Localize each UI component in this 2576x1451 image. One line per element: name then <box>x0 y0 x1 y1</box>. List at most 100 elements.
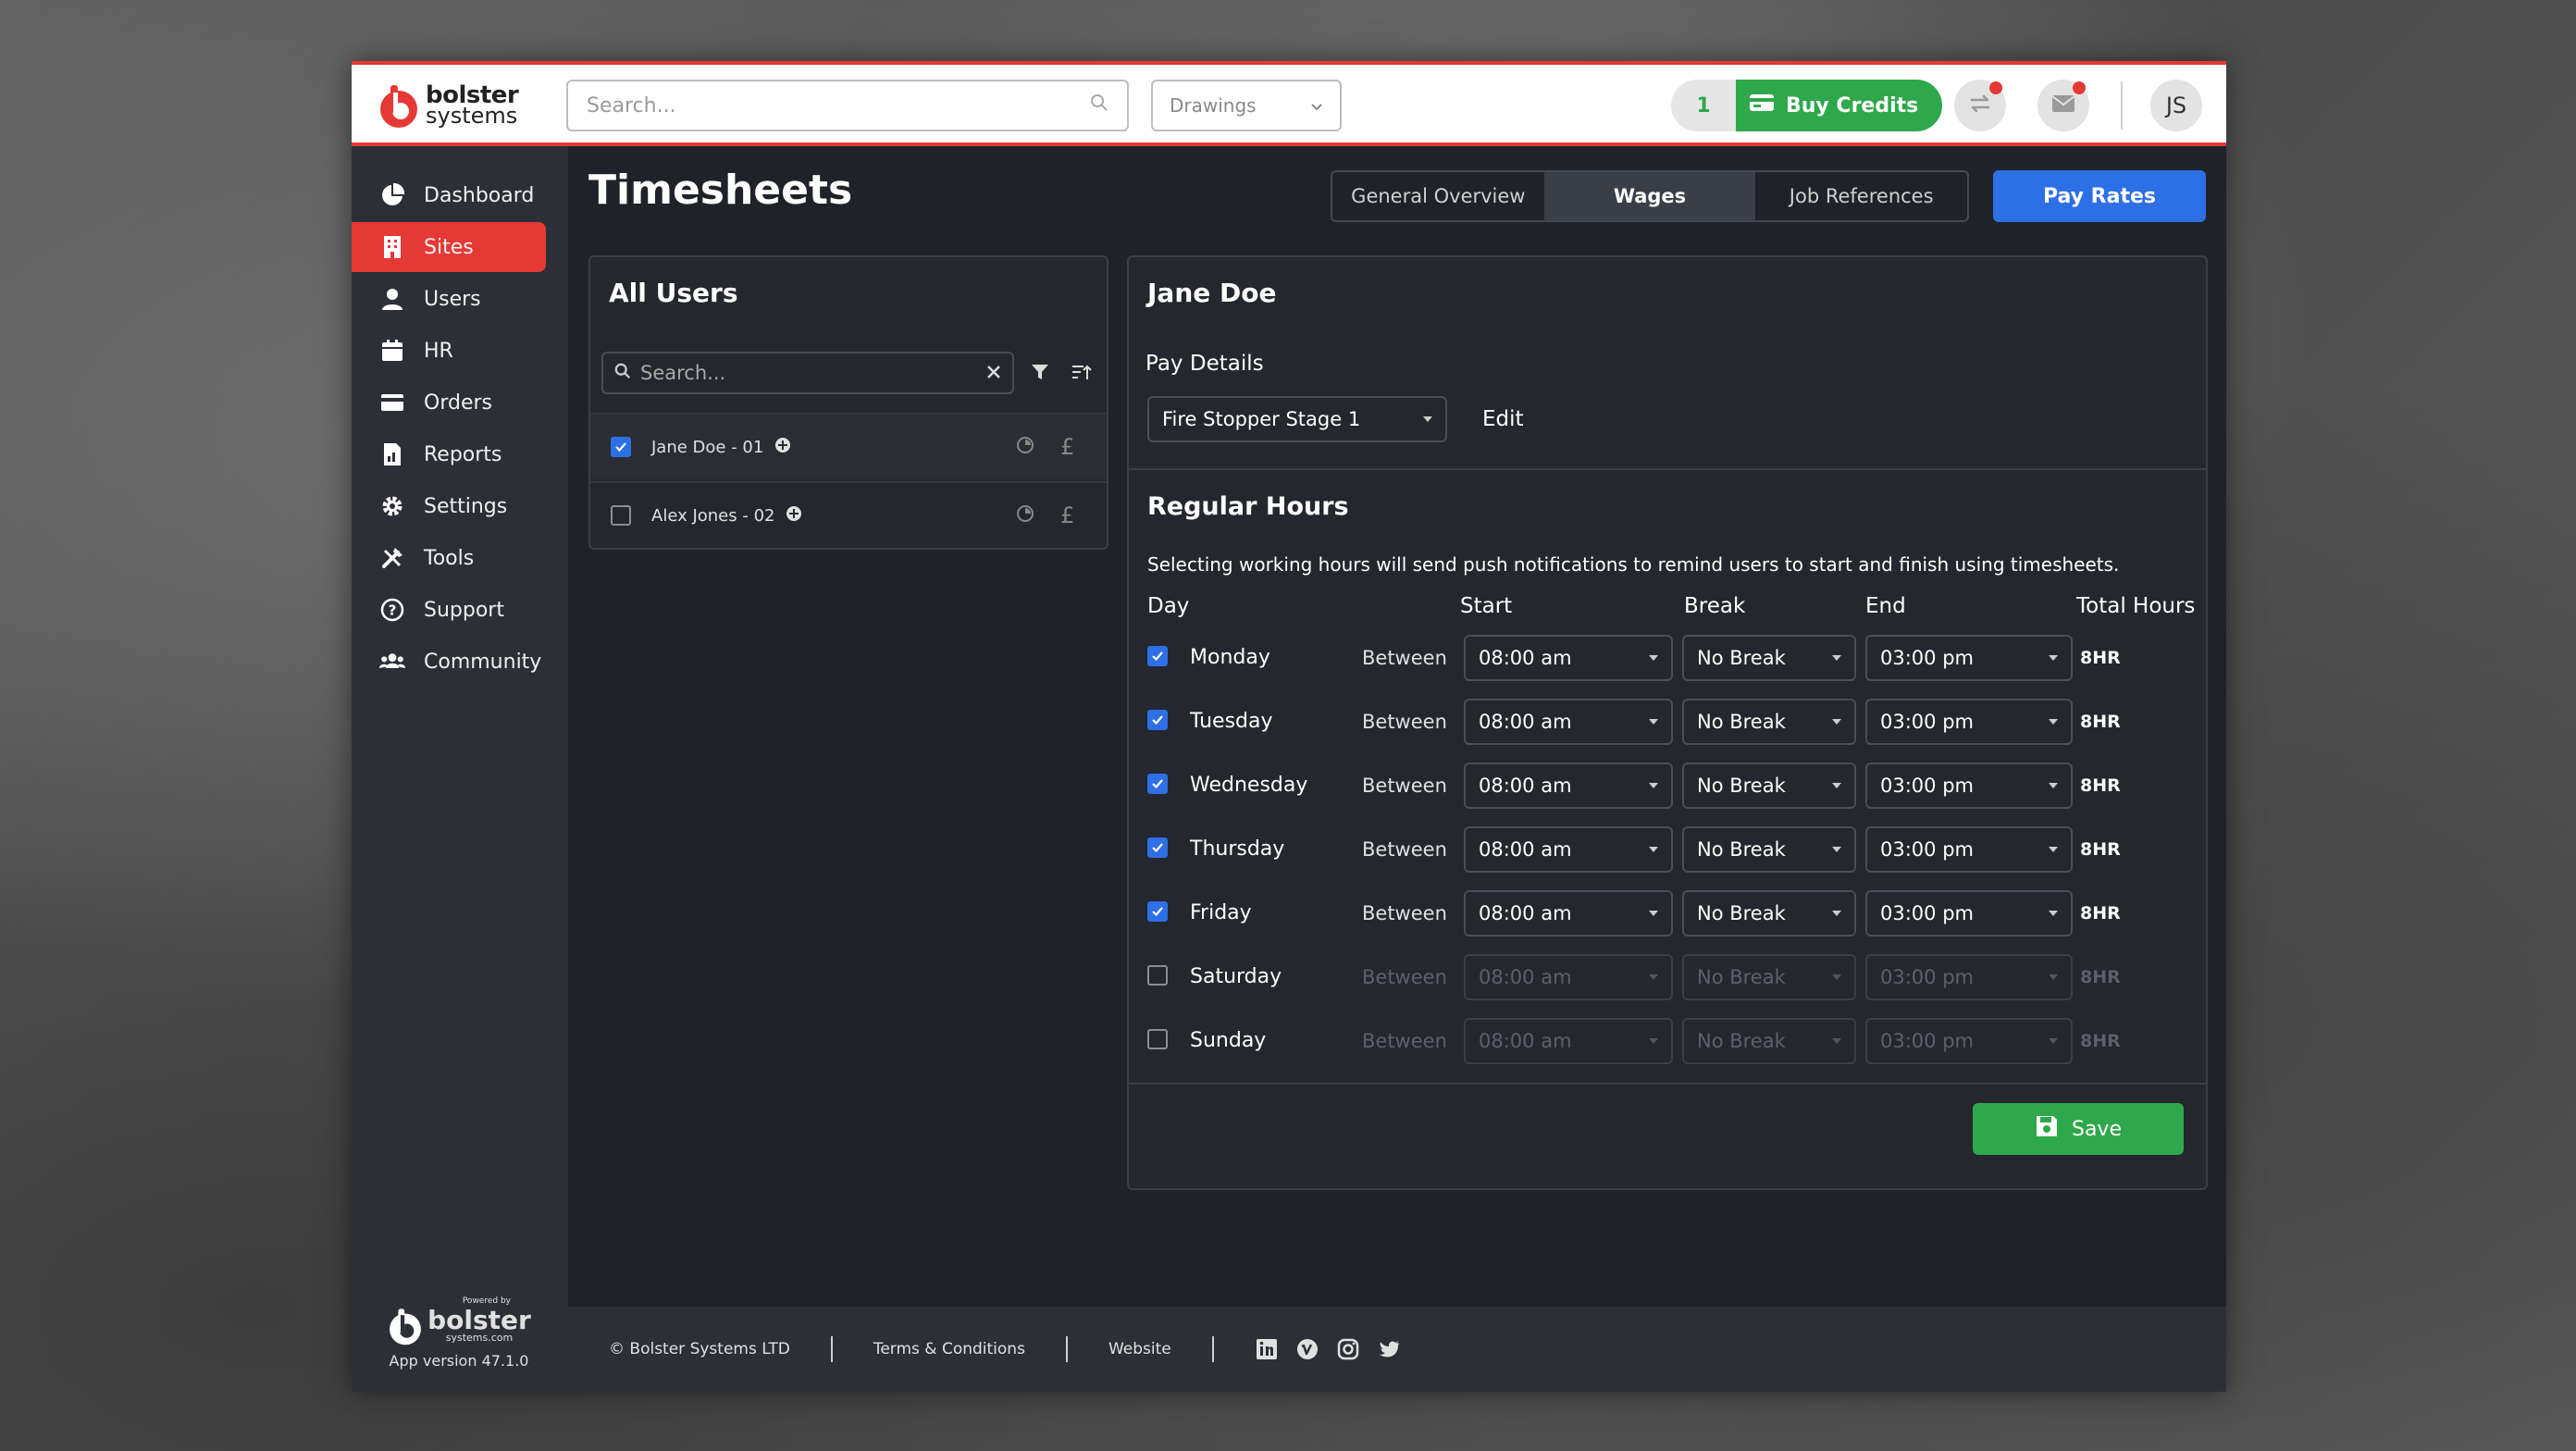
vimeo-icon[interactable] <box>1295 1337 1319 1361</box>
pay-rate-select[interactable]: Fire Stopper Stage 1 <box>1147 396 1447 442</box>
day-row-friday: Friday Between 08:00 am No Break 03:00 pm 8HR <box>1129 890 2206 938</box>
start-time-select[interactable]: 08:00 am <box>1464 954 1673 1000</box>
timer-icon[interactable] <box>1016 504 1034 527</box>
caret-down-icon <box>1649 974 1658 980</box>
start-time-value: 08:00 am <box>1479 1030 1572 1052</box>
add-circle-icon[interactable] <box>774 437 791 458</box>
tools-icon <box>382 548 402 568</box>
caret-down-icon <box>2049 911 2058 916</box>
start-time-select[interactable]: 08:00 am <box>1464 826 1673 873</box>
sidebar-item-dashboard[interactable]: Dashboard <box>352 170 546 220</box>
drawings-dropdown-label: Drawings <box>1170 94 1257 117</box>
start-time-select[interactable]: 08:00 am <box>1464 763 1673 809</box>
start-time-select[interactable]: 08:00 am <box>1464 699 1673 745</box>
global-search-input[interactable]: Search... <box>566 80 1129 131</box>
filter-icon[interactable] <box>1031 363 1049 385</box>
day-checkbox[interactable] <box>1147 710 1168 730</box>
sidebar-item-sites[interactable]: Sites <box>352 222 546 272</box>
footer-website-link[interactable]: Website <box>1108 1340 1171 1358</box>
end-time-value: 03:00 pm <box>1880 902 1974 924</box>
sidebar-item-reports[interactable]: Reports <box>352 429 546 479</box>
break-select[interactable]: No Break <box>1682 763 1856 809</box>
end-time-select[interactable]: 03:00 pm <box>1865 954 2073 1000</box>
column-header-break: Break <box>1684 594 1746 618</box>
sidebar-item-tools[interactable]: Tools <box>352 533 546 583</box>
user-list-item[interactable]: Jane Doe - 01 £ <box>590 413 1107 479</box>
pound-icon[interactable]: £ <box>1060 434 1074 460</box>
day-checkbox[interactable] <box>1147 837 1168 858</box>
break-select[interactable]: No Break <box>1682 699 1856 745</box>
pie-chart-icon <box>382 182 405 205</box>
end-time-select[interactable]: 03:00 pm <box>1865 1018 2073 1064</box>
start-time-value: 08:00 am <box>1479 902 1572 924</box>
day-row-tuesday: Tuesday Between 08:00 am No Break 03:00 pm 8H… <box>1129 699 2206 747</box>
drawings-dropdown[interactable]: Drawings <box>1151 80 1342 131</box>
day-checkbox[interactable] <box>1147 646 1168 666</box>
sidebar-item-users[interactable]: Users <box>352 274 546 324</box>
user-list-item[interactable]: Alex Jones - 02 £ <box>590 481 1107 548</box>
tab-wages[interactable]: Wages <box>1543 172 1756 220</box>
tab-general-overview[interactable]: General Overview <box>1332 172 1544 220</box>
sidebar-item-hr[interactable]: HR <box>352 326 546 376</box>
start-time-value: 08:00 am <box>1479 775 1572 797</box>
day-checkbox[interactable] <box>1147 965 1168 986</box>
sidebar-item-support[interactable]: ? Support <box>352 585 546 635</box>
break-value: No Break <box>1697 775 1786 797</box>
user-checkbox[interactable] <box>611 505 631 526</box>
tab-job-references[interactable]: Job References <box>1755 172 1967 220</box>
end-time-select[interactable]: 03:00 pm <box>1865 763 2073 809</box>
app-window: bolster systems Search... Drawings 1 Buy… <box>352 61 2226 1392</box>
edit-pay-details-button[interactable]: Edit <box>1482 407 1524 431</box>
end-time-select[interactable]: 03:00 pm <box>1865 699 2073 745</box>
sidebar-item-label: Users <box>424 287 481 311</box>
start-time-select[interactable]: 08:00 am <box>1464 635 1673 681</box>
caret-down-icon <box>1832 655 1841 661</box>
save-button[interactable]: Save <box>1973 1103 2184 1155</box>
sidebar-item-orders[interactable]: Orders <box>352 378 546 428</box>
bolster-logo-icon <box>390 1308 422 1346</box>
timer-icon[interactable] <box>1016 436 1034 459</box>
sidebar-item-settings[interactable]: Settings <box>352 481 546 531</box>
end-time-value: 03:00 pm <box>1880 966 1974 988</box>
user-search-input[interactable]: Search... <box>601 352 1014 394</box>
all-users-title: All Users <box>609 278 738 308</box>
end-time-select[interactable]: 03:00 pm <box>1865 826 2073 873</box>
pay-rates-button[interactable]: Pay Rates <box>1993 170 2206 222</box>
sidebar-item-community[interactable]: Community <box>352 637 546 687</box>
bolster-logo[interactable]: bolster systems <box>378 81 519 130</box>
end-time-select[interactable]: 03:00 pm <box>1865 890 2073 936</box>
twitter-icon[interactable] <box>1377 1337 1401 1361</box>
break-select[interactable]: No Break <box>1682 1018 1856 1064</box>
caret-down-icon <box>1423 416 1432 422</box>
break-select[interactable]: No Break <box>1682 826 1856 873</box>
day-name: Monday <box>1190 646 1270 669</box>
day-checkbox[interactable] <box>1147 1029 1168 1049</box>
day-checkbox[interactable] <box>1147 901 1168 922</box>
start-time-select[interactable]: 08:00 am <box>1464 890 1673 936</box>
search-icon <box>614 362 631 384</box>
pound-icon[interactable]: £ <box>1060 502 1074 528</box>
break-select[interactable]: No Break <box>1682 954 1856 1000</box>
linkedin-icon[interactable] <box>1255 1337 1279 1361</box>
break-select[interactable]: No Break <box>1682 890 1856 936</box>
instagram-icon[interactable] <box>1336 1337 1360 1361</box>
clear-search-icon[interactable] <box>986 362 1001 384</box>
break-select[interactable]: No Break <box>1682 635 1856 681</box>
messages-button[interactable] <box>2037 80 2089 131</box>
buy-credits-button[interactable]: Buy Credits <box>1736 80 1943 131</box>
user-checkbox[interactable] <box>611 437 631 457</box>
add-circle-icon[interactable] <box>786 505 802 527</box>
user-avatar[interactable]: JS <box>2150 80 2202 131</box>
section-divider <box>1129 1083 2206 1085</box>
sidebar-item-label: Community <box>424 650 542 674</box>
calendar-icon <box>382 340 402 361</box>
credits-widget: 1 Buy Credits <box>1671 80 1943 131</box>
day-name: Wednesday <box>1190 774 1308 797</box>
sort-icon[interactable] <box>1071 363 1092 385</box>
switch-company-button[interactable] <box>1954 80 2006 131</box>
start-time-select[interactable]: 08:00 am <box>1464 1018 1673 1064</box>
end-time-value: 03:00 pm <box>1880 1030 1974 1052</box>
day-checkbox[interactable] <box>1147 774 1168 794</box>
footer-terms-link[interactable]: Terms & Conditions <box>873 1340 1025 1358</box>
end-time-select[interactable]: 03:00 pm <box>1865 635 2073 681</box>
